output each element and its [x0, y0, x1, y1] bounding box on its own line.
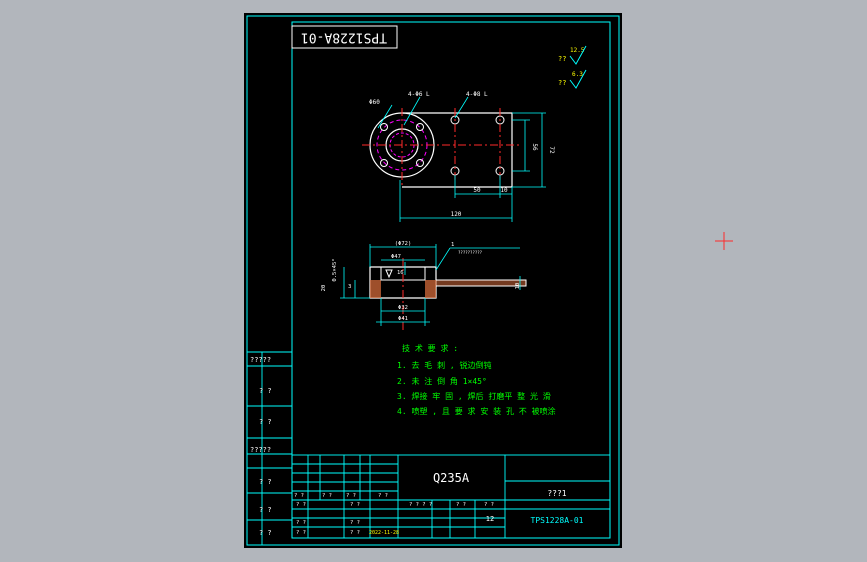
roughness-general-label: ?? [558, 55, 566, 63]
dim-phi47-text: Φ47 [391, 254, 401, 260]
dim-50-text: 50 [473, 187, 481, 194]
dim-56-text: 56 [531, 143, 538, 151]
dim-120-text: 120 [451, 211, 462, 218]
tb-cell-r2c2: ? ? [350, 502, 360, 508]
left-label-4: ????? [250, 446, 271, 454]
tb-cell-r3c2: ? ? [350, 520, 360, 526]
tb-cell-r3c1: ? ? [296, 520, 306, 526]
hatch-right [425, 280, 436, 298]
left-label-2: ? ? [259, 387, 272, 395]
dim-16-text: 16 [397, 270, 404, 276]
roughness-other-label: ?? [558, 79, 566, 87]
hole-callout-right: 4-Φ8 L [466, 91, 488, 98]
notes-line-2: 2. 未 注 倒 角 1×45° [397, 376, 487, 386]
left-label-5: ? ? [259, 478, 272, 486]
dim-3-text: 3 [348, 284, 351, 290]
tb-cell-r2c1: ? ? [296, 502, 306, 508]
notes-title: 技 术 要 求 : [402, 343, 458, 353]
material-text: Q235A [433, 471, 470, 485]
weld-note-text: ?????????? [458, 250, 483, 255]
cad-viewport[interactable]: TPS1228A-01 ?? 12.5 ?? 6.3 56 72 50 10 1… [0, 0, 867, 562]
tb-cell-r4c1: ? ? [296, 530, 306, 536]
dim-phi41-text: Φ41 [398, 316, 408, 322]
plate-section [436, 279, 527, 287]
hole-callout-left: 4-Φ6 L [408, 91, 430, 98]
hatch-left [370, 280, 381, 298]
roughness-other-value: 6.3 [572, 71, 583, 78]
tb-cell-r1c4: ? ? [378, 493, 388, 499]
drawing-canvas[interactable]: TPS1228A-01 ?? 12.5 ?? 6.3 56 72 50 10 1… [0, 0, 867, 562]
circle-dia-label: Φ60 [369, 99, 380, 106]
tb-cell-r4c2: ? ? [350, 530, 360, 536]
dim-10-text: 10 [500, 187, 508, 194]
dim-72-text: 72 [548, 146, 555, 154]
tb-cell-mid3: ? ? [484, 502, 494, 508]
notes-line-1: 1. 去 毛 刺 , 锐边倒钝 [397, 360, 492, 370]
tb-cell-mid2: ? ? [456, 502, 466, 508]
dim-chamfer-text: 0.5×45° [332, 258, 338, 281]
dim-phi32-text: Φ32 [398, 305, 408, 311]
left-label-7: ? ? [259, 529, 272, 537]
tb-cell-r1c1: ? ? [294, 493, 304, 499]
crosshair-cursor-icon [715, 232, 733, 250]
dim-phi72-text: (Φ72) [395, 241, 412, 247]
scale-value-text: 12 [486, 515, 494, 523]
notes-line-4: 4. 喷塑 , 且 要 求 安 装 孔 不 被喷涂 [397, 406, 556, 416]
weld-note-number: 1 [451, 242, 454, 248]
drawing-no-text: TPS1228A-01 [531, 516, 584, 525]
tb-cell-r1c2: ? ? [322, 493, 332, 499]
dim-20-text: 20 [321, 285, 327, 292]
notes-line-3: 3. 焊接 牢 固 , 焊后 打磨平 整 光 滑 [397, 391, 551, 401]
tb-cell-r1c3: ? ? [346, 493, 356, 499]
left-label-6: ? ? [259, 506, 272, 514]
left-label-3: ? ? [259, 418, 272, 426]
rotated-drawing-number-text: TPS1228A-01 [301, 30, 387, 45]
part-name-text: ???1 [547, 489, 566, 498]
tb-cell-mid1: ? ? ? ? [409, 502, 432, 508]
date-text: 2022-11-28 [369, 530, 399, 536]
dim-10-section-text: 10 [515, 283, 521, 290]
left-label-1: ????? [250, 356, 271, 364]
